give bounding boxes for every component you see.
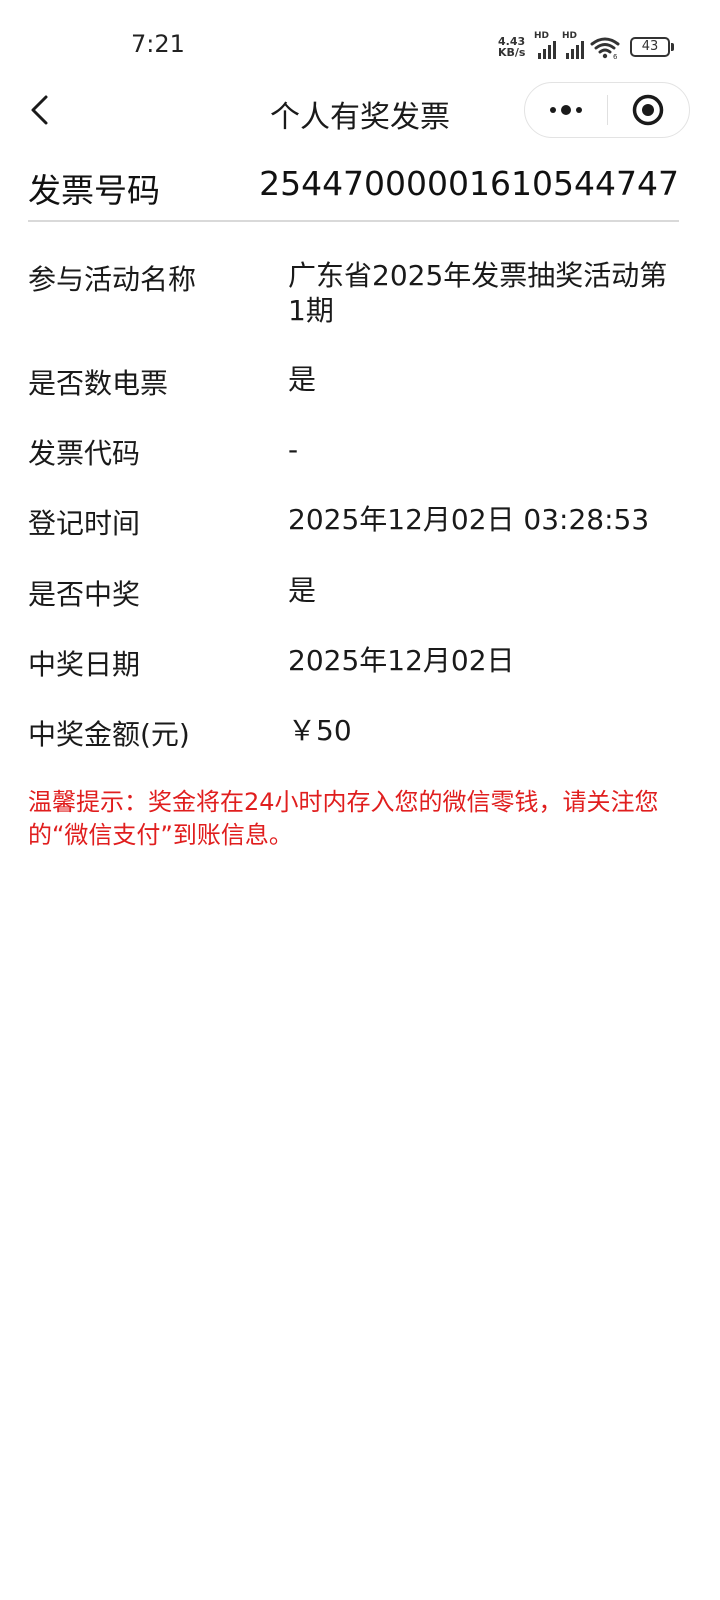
detail-label: 是否中奖 xyxy=(28,578,141,611)
sim2-hd-label: HD xyxy=(562,31,578,41)
battery-level: 43 xyxy=(641,39,659,54)
invoice-number-label: 发票号码 xyxy=(28,171,160,210)
more-button[interactable] xyxy=(525,83,607,137)
sim1-hd-label: HD xyxy=(534,31,550,41)
detail-label: 是否数电票 xyxy=(28,367,169,400)
signal-sim2-icon: HD xyxy=(562,31,584,59)
nav-bar: 个人有奖发票 xyxy=(0,82,720,138)
detail-value: 2025年12月02日 xyxy=(288,644,515,677)
close-miniprogram-button[interactable] xyxy=(608,83,690,137)
signal-sim1-icon: HD xyxy=(534,31,556,59)
network-speed-unit: KB/s xyxy=(498,46,526,59)
invoice-number-row: 发票号码 25447000001610544747 xyxy=(28,160,679,222)
reminder-tip: 温馨提示：奖金将在24小时内存入您的微信零钱，请关注您的“微信支付”到账信息。 xyxy=(28,788,659,849)
status-bar: 7:21 4.43 KB/s HD HD 6 43 xyxy=(0,0,720,90)
detail-label: 中奖金额(元) xyxy=(28,718,190,751)
detail-value: 是 xyxy=(288,363,317,396)
detail-label: 中奖日期 xyxy=(28,648,141,681)
target-close-icon xyxy=(633,94,664,126)
detail-value: ￥50 xyxy=(288,714,352,747)
detail-value: - xyxy=(288,433,299,466)
detail-label: 登记时间 xyxy=(28,507,141,540)
miniprogram-capsule xyxy=(524,82,690,138)
wifi-icon: 6 xyxy=(590,37,620,59)
detail-label: 参与活动名称 xyxy=(28,263,197,296)
detail-label: 发票代码 xyxy=(28,437,141,470)
battery-icon: 43 xyxy=(630,37,674,57)
wifi-index: 6 xyxy=(613,53,618,59)
detail-value: 广东省2025年发票抽奖活动第1期 xyxy=(288,259,668,327)
detail-value: 是 xyxy=(288,574,317,607)
more-dots-icon xyxy=(549,105,582,115)
status-indicators: 4.43 KB/s HD HD 6 43 xyxy=(498,31,674,61)
network-speed: 4.43 KB/s xyxy=(498,36,528,58)
status-time: 7:21 xyxy=(131,30,185,58)
detail-value: 2025年12月02日 03:28:53 xyxy=(288,503,650,536)
invoice-number-value: 25447000001610544747 xyxy=(259,164,679,203)
